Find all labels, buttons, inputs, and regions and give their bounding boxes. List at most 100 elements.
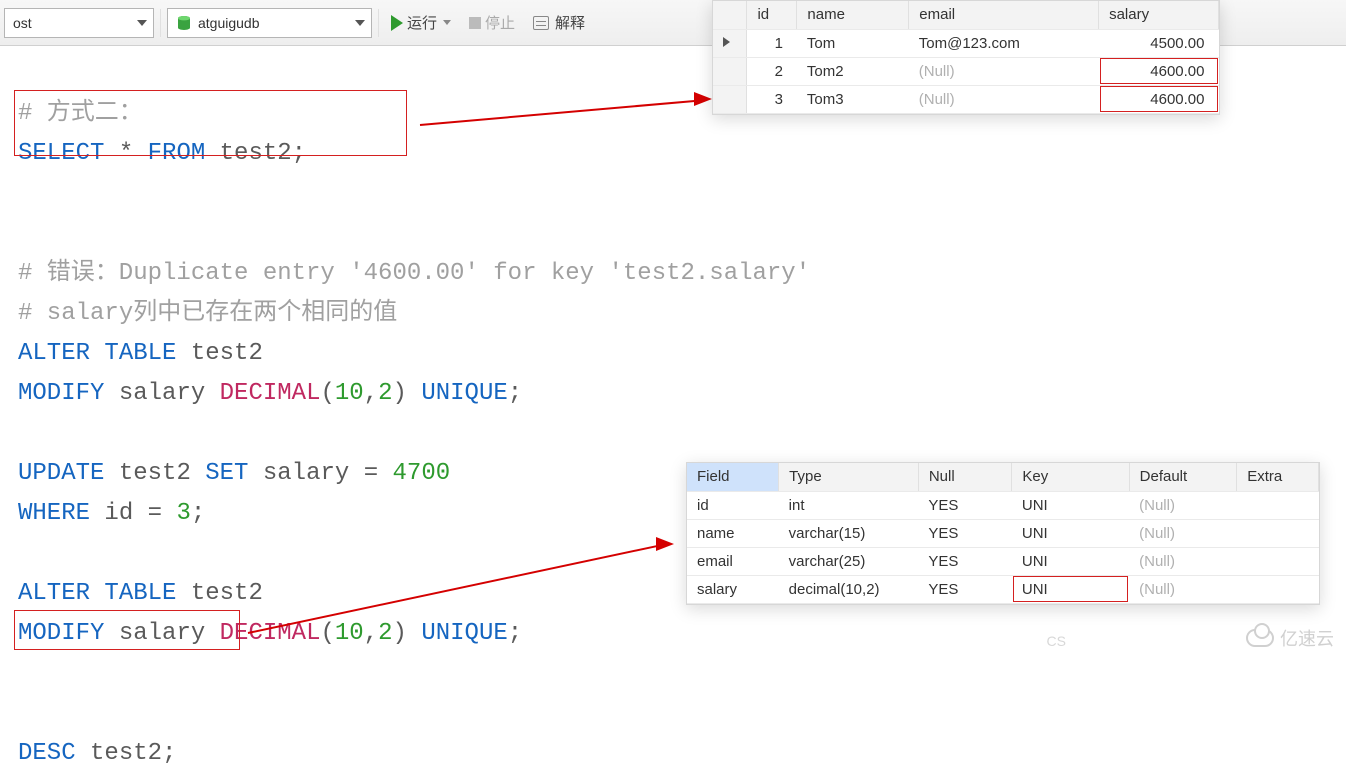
sql-number: 2 <box>378 620 392 647</box>
sql-keyword: UNIQUE <box>421 380 507 407</box>
row-gutter <box>713 85 747 113</box>
sql-keyword: ALTER <box>18 340 90 367</box>
col-header-id[interactable]: id <box>747 1 797 29</box>
sql-keyword: SELECT <box>18 140 104 167</box>
sql-editor[interactable]: # 方式二： SELECT * FROM test2; # 错误：Duplica… <box>18 54 708 774</box>
sql-punct: ( <box>320 620 334 647</box>
sql-punct: ) <box>393 620 407 647</box>
table-row[interactable]: 2 Tom2 (Null) 4600.00 <box>713 57 1219 85</box>
cell-type: varchar(15) <box>779 519 919 547</box>
cell-type: varchar(25) <box>779 547 919 575</box>
sql-identifier: test2 <box>90 740 162 767</box>
toolbar-separator <box>160 9 161 37</box>
sql-number: 2 <box>378 380 392 407</box>
sql-punct: = <box>364 460 378 487</box>
table-row[interactable]: 3 Tom3 (Null) 4600.00 <box>713 85 1219 113</box>
cell-extra <box>1237 547 1319 575</box>
sql-identifier: salary <box>119 380 205 407</box>
cell-email: (Null) <box>909 57 1099 85</box>
cell-extra <box>1237 575 1319 603</box>
col-header-null[interactable]: Null <box>918 463 1012 491</box>
cell-field: id <box>687 491 779 519</box>
sql-star: * <box>119 140 133 167</box>
sql-keyword: SET <box>205 460 248 487</box>
explain-button[interactable]: 解释 <box>527 8 591 38</box>
sql-punct: ( <box>320 380 334 407</box>
sql-keyword: UPDATE <box>18 460 104 487</box>
stop-label: 停止 <box>485 12 515 33</box>
sql-keyword: ALTER <box>18 580 90 607</box>
cell-email: Tom@123.com <box>909 29 1099 57</box>
cell-default: (Null) <box>1129 547 1237 575</box>
col-header-field[interactable]: Field <box>687 463 779 491</box>
row-gutter-header <box>713 1 747 29</box>
cell-null: YES <box>918 519 1012 547</box>
col-header-salary[interactable]: salary <box>1099 1 1219 29</box>
col-header-type[interactable]: Type <box>779 463 919 491</box>
cell-name: Tom <box>797 29 909 57</box>
sql-punct: ; <box>508 380 522 407</box>
cell-key: UNI <box>1012 575 1129 603</box>
database-combobox[interactable]: atguigudb <box>167 8 372 38</box>
row-gutter <box>713 57 747 85</box>
cell-type: decimal(10,2) <box>779 575 919 603</box>
sql-func: DECIMAL <box>220 380 321 407</box>
sql-identifier: salary <box>263 460 349 487</box>
cell-field: email <box>687 547 779 575</box>
col-header-extra[interactable]: Extra <box>1237 463 1319 491</box>
table-header-row: id name email salary <box>713 1 1219 29</box>
sql-punct: ; <box>508 620 522 647</box>
chevron-down-icon <box>443 20 451 25</box>
sql-punct: = <box>148 500 162 527</box>
cell-email: (Null) <box>909 85 1099 113</box>
cell-extra <box>1237 491 1319 519</box>
cs-watermark: CS <box>1047 633 1066 649</box>
table-row[interactable]: 1 Tom Tom@123.com 4500.00 <box>713 29 1219 57</box>
sql-identifier: test2 <box>220 140 292 167</box>
cell-name: Tom2 <box>797 57 909 85</box>
col-header-key[interactable]: Key <box>1012 463 1129 491</box>
run-button[interactable]: 运行 <box>385 8 457 38</box>
sql-comment: # 错误：Duplicate entry '4600.00' for key '… <box>18 260 810 287</box>
cell-id: 3 <box>747 85 797 113</box>
cell-default: (Null) <box>1129 491 1237 519</box>
sql-punct: ; <box>191 500 205 527</box>
cell-type: int <box>779 491 919 519</box>
cell-extra <box>1237 519 1319 547</box>
sql-identifier: test2 <box>119 460 191 487</box>
col-header-name[interactable]: name <box>797 1 909 29</box>
sql-keyword: DESC <box>18 740 76 767</box>
cell-field: salary <box>687 575 779 603</box>
host-value: ost <box>13 15 32 31</box>
cell-null: YES <box>918 491 1012 519</box>
sql-comment: # salary列中已存在两个相同的值 <box>18 300 397 327</box>
table-row[interactable]: id int YES UNI (Null) <box>687 491 1319 519</box>
table-row[interactable]: salary decimal(10,2) YES UNI (Null) <box>687 575 1319 603</box>
cell-salary: 4600.00 <box>1099 85 1219 113</box>
cell-id: 1 <box>747 29 797 57</box>
col-header-email[interactable]: email <box>909 1 1099 29</box>
watermark-text: 亿速云 <box>1280 625 1334 651</box>
sql-identifier: id <box>104 500 133 527</box>
host-combobox[interactable]: ost <box>4 8 154 38</box>
table-row[interactable]: name varchar(15) YES UNI (Null) <box>687 519 1319 547</box>
sql-identifier: salary <box>119 620 205 647</box>
cloud-icon <box>1246 629 1274 647</box>
sql-keyword: FROM <box>148 140 206 167</box>
row-pointer-icon <box>723 37 730 47</box>
result-pane-select: id name email salary 1 Tom Tom@123.com 4… <box>712 0 1220 115</box>
table-row[interactable]: email varchar(25) YES UNI (Null) <box>687 547 1319 575</box>
col-header-default[interactable]: Default <box>1129 463 1237 491</box>
sql-number: 4700 <box>393 460 451 487</box>
sql-number: 3 <box>176 500 190 527</box>
result-grid: Field Type Null Key Default Extra id int… <box>687 463 1319 604</box>
stop-icon <box>469 17 481 29</box>
sql-punct: , <box>364 380 378 407</box>
sql-punct: ; <box>162 740 176 767</box>
cell-salary: 4600.00 <box>1099 57 1219 85</box>
sql-identifier: test2 <box>191 580 263 607</box>
stop-button[interactable]: 停止 <box>463 8 521 38</box>
cell-default: (Null) <box>1129 519 1237 547</box>
sql-number: 10 <box>335 620 364 647</box>
sql-keyword: TABLE <box>104 340 176 367</box>
